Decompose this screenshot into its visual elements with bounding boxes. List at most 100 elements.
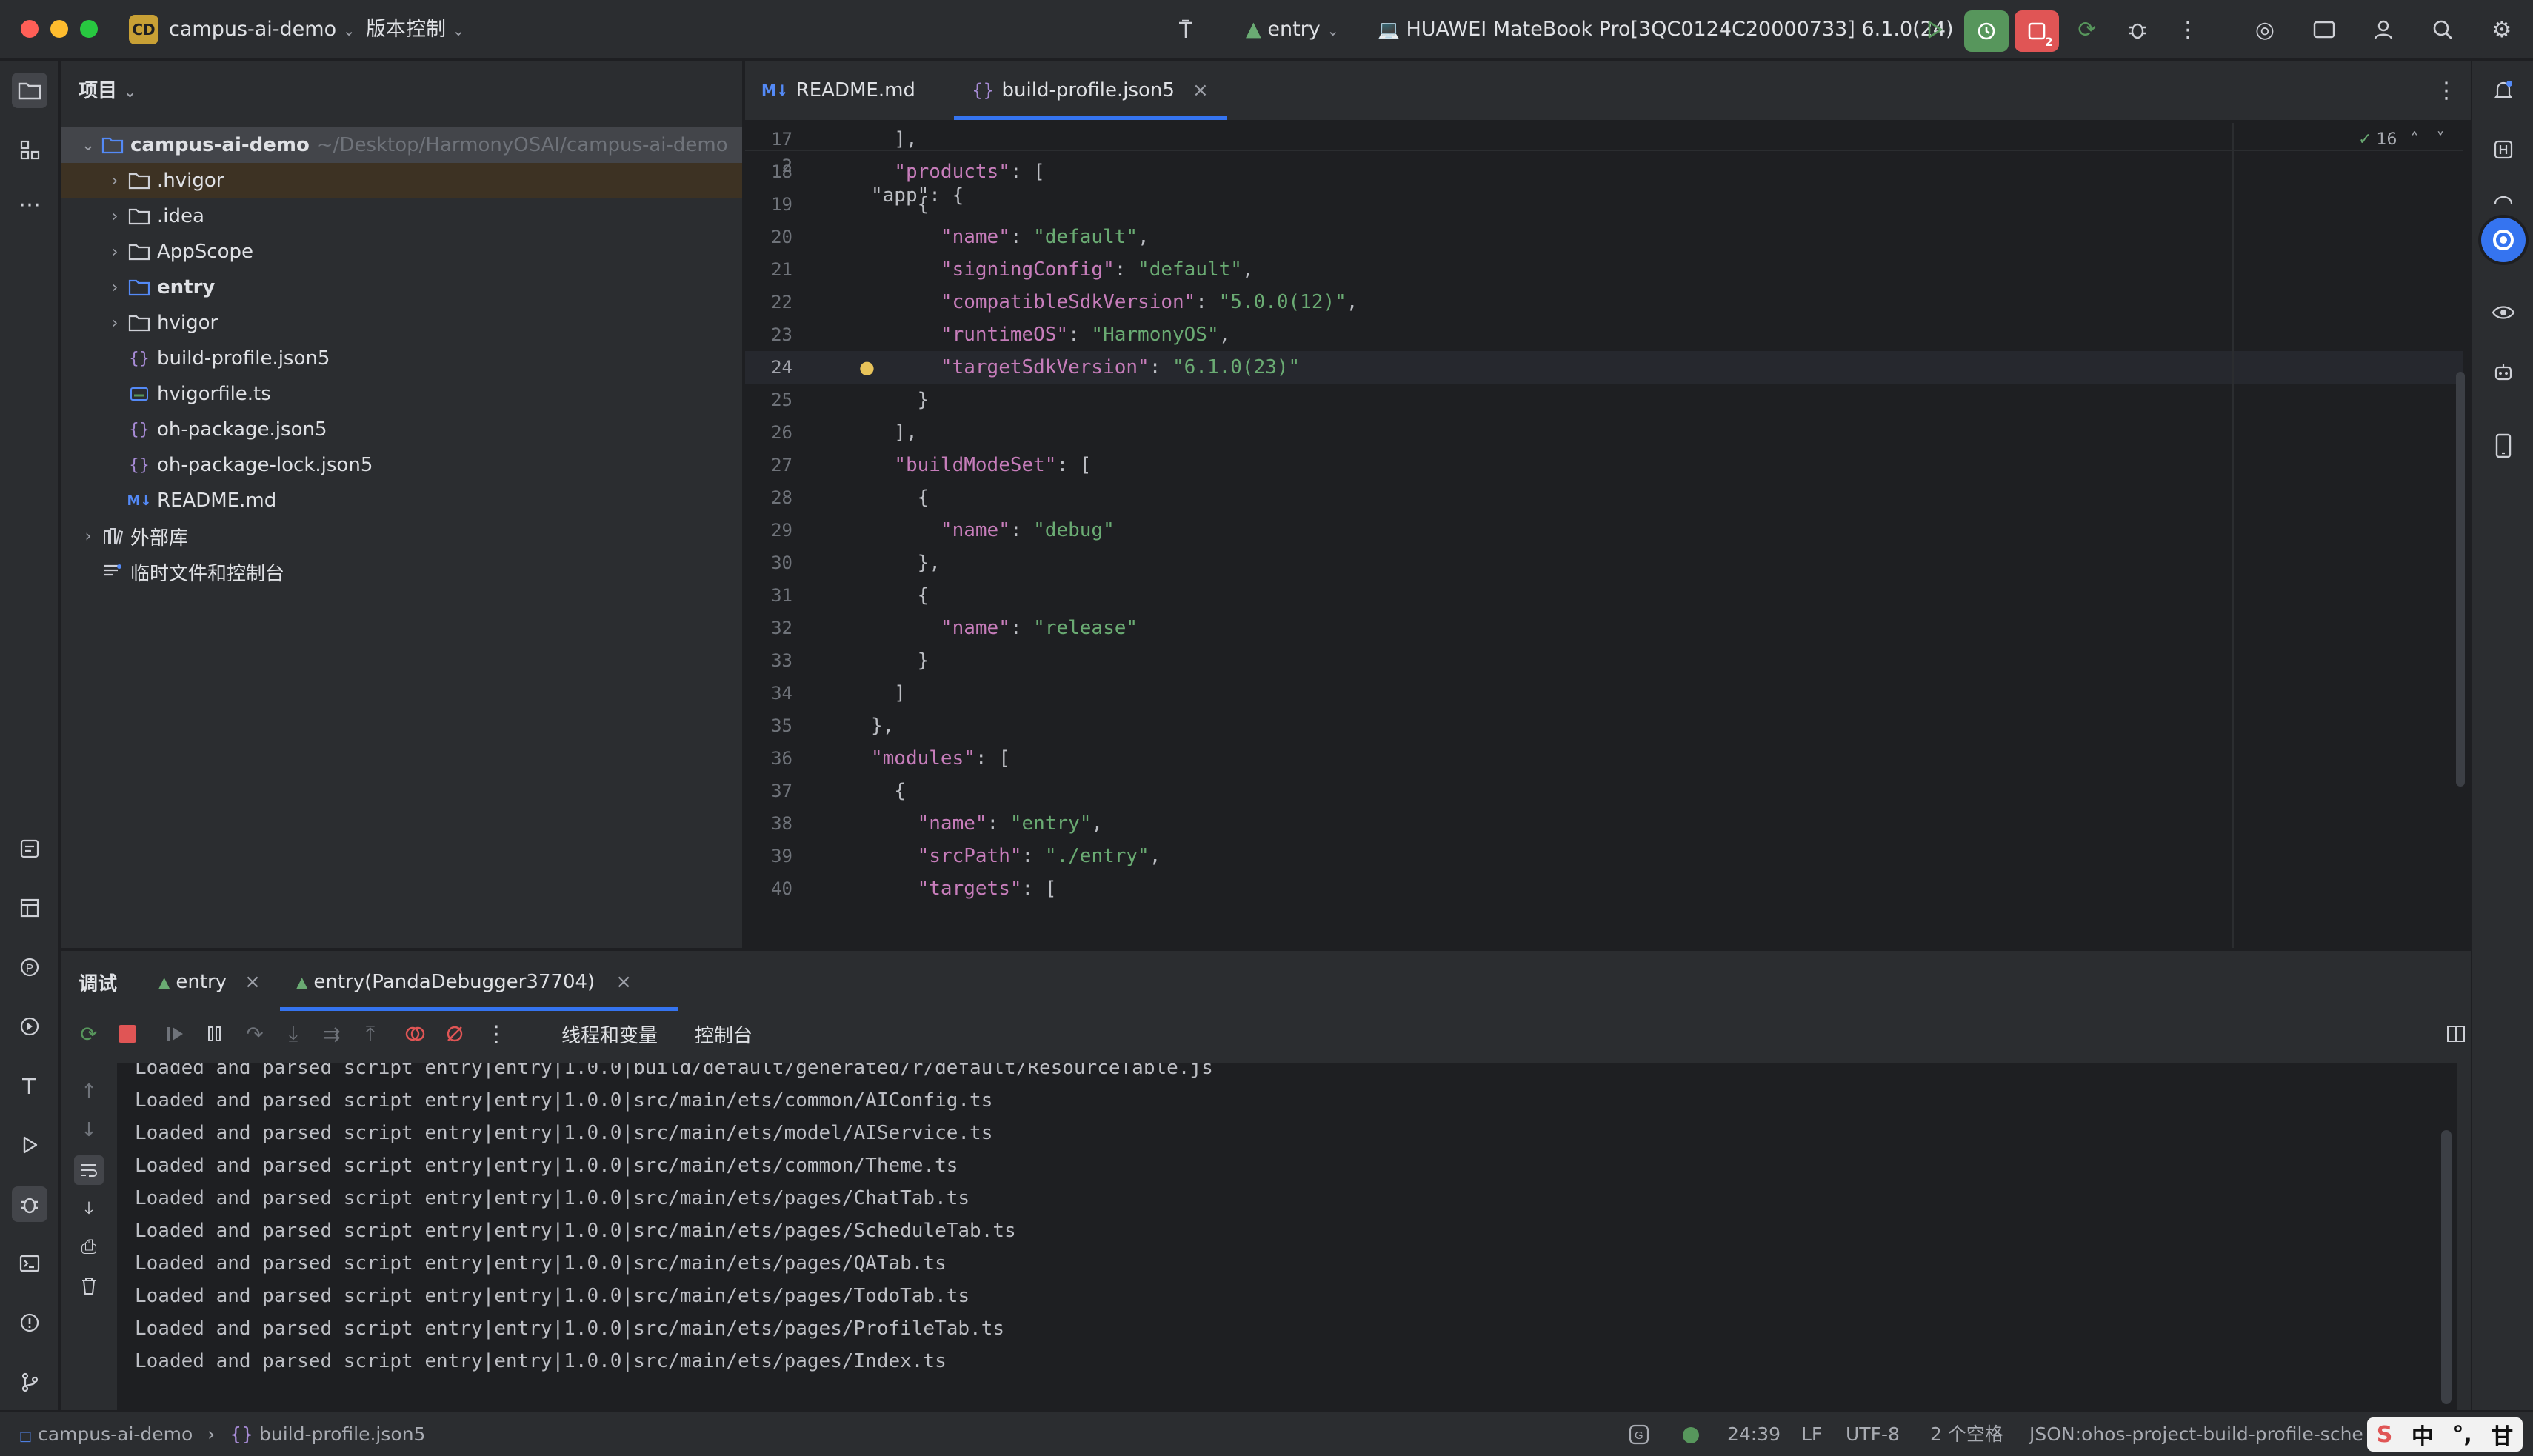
- step-over-icon[interactable]: ↷: [240, 1019, 270, 1049]
- scroll-up-icon[interactable]: ↑: [74, 1077, 104, 1106]
- indent-setting[interactable]: 2 个空格: [1930, 1423, 2003, 1446]
- chevron-down-icon[interactable]: ⌄: [77, 136, 99, 155]
- chevron-right-icon[interactable]: ›: [77, 527, 99, 546]
- debug-tab-entry[interactable]: ▲ entry ×: [158, 957, 261, 1007]
- tree-item[interactable]: {} oh-package-lock.json5: [61, 447, 742, 483]
- soft-wrap-icon[interactable]: [74, 1155, 104, 1185]
- run-config-selector[interactable]: ▲ entry ⌄: [1246, 16, 1339, 44]
- debug-bug-icon[interactable]: [12, 1186, 47, 1222]
- device-selector[interactable]: 💻 HUAWEI MateBook Pro[3QC0124C20000733] …: [1378, 16, 1954, 43]
- tree-item[interactable]: M↓ README.md: [61, 483, 742, 518]
- close-window-button[interactable]: [21, 20, 39, 38]
- rerun-icon[interactable]: ⟳: [74, 1019, 104, 1049]
- code-line[interactable]: 17 ],: [745, 123, 2463, 156]
- console-output[interactable]: Loaded and parsed script entry|entry|1.0…: [117, 1063, 2457, 1412]
- code-line[interactable]: 39 "srcPath": "./entry",: [745, 840, 2463, 872]
- code-line[interactable]: 24 "targetSdkVersion": "6.1.0(23)" ●: [745, 351, 2463, 384]
- code-line[interactable]: 31 {: [745, 579, 2463, 612]
- status-ok-indicator[interactable]: [1683, 1427, 1699, 1443]
- code-line[interactable]: 26 ],: [745, 416, 2463, 449]
- stop-button[interactable]: 2: [2015, 10, 2059, 52]
- run-icon[interactable]: [12, 1127, 47, 1163]
- tree-item[interactable]: {} oh-package.json5: [61, 412, 742, 447]
- project-switcher[interactable]: campus-ai-demo ⌄: [169, 16, 355, 44]
- harmony-h-icon[interactable]: [2486, 132, 2521, 167]
- build-hammer-icon[interactable]: [1170, 13, 1203, 46]
- code-line[interactable]: 40 "targets": [: [745, 872, 2463, 905]
- tab-build-profile[interactable]: {} build-profile.json5 ×: [954, 61, 1227, 120]
- tree-item-scratches[interactable]: 临时文件和控制台: [61, 554, 742, 590]
- chevron-right-icon[interactable]: ›: [104, 207, 126, 226]
- minimize-window-button[interactable]: [50, 20, 68, 38]
- run-icon[interactable]: [1918, 13, 1951, 46]
- inspection-widget[interactable]: ✓ 16 ˄ ˅: [2358, 130, 2444, 149]
- code-line[interactable]: 34 ]: [745, 677, 2463, 709]
- bug-icon[interactable]: [2121, 13, 2154, 46]
- code-line[interactable]: 18 "products": [: [745, 156, 2463, 188]
- vcs-menu[interactable]: 版本控制 ⌄: [366, 16, 464, 44]
- gear-icon[interactable]: ⚙: [2486, 13, 2518, 46]
- resume-icon[interactable]: [160, 1019, 190, 1049]
- chat-bubble-icon[interactable]: [2486, 187, 2521, 222]
- code-line[interactable]: 38 "name": "entry",: [745, 807, 2463, 840]
- tree-root-item[interactable]: ⌄ campus-ai-demo ~/Desktop/HarmonyOSAI/c…: [61, 127, 742, 163]
- code-line[interactable]: 22 "compatibleSdkVersion": "5.0.0(12)",: [745, 286, 2463, 318]
- account-icon[interactable]: [2367, 13, 2400, 46]
- ai-assistant-icon[interactable]: [2481, 218, 2526, 262]
- close-icon[interactable]: ×: [1192, 79, 1209, 101]
- code-view[interactable]: 2 "app": { 17 ], 18 "products": [19 {20 "…: [745, 121, 2471, 948]
- pause-icon[interactable]: [200, 1019, 230, 1049]
- code-line[interactable]: 35},: [745, 709, 2463, 742]
- code-line[interactable]: 20 "name": "default",: [745, 221, 2463, 253]
- refresh-icon[interactable]: ⟳: [2071, 13, 2103, 46]
- scroll-down-icon[interactable]: ↓: [74, 1115, 104, 1145]
- code-line[interactable]: 29 "name": "debug": [745, 514, 2463, 547]
- code-line[interactable]: 27 "buildModeSet": [: [745, 449, 2463, 481]
- chevron-right-icon[interactable]: ›: [104, 243, 126, 261]
- project-panel-header[interactable]: 项目 ⌄: [79, 76, 136, 103]
- chevron-up-icon[interactable]: ˄: [2410, 130, 2418, 149]
- tree-item[interactable]: › .hvigor: [61, 163, 742, 198]
- chevron-down-icon[interactable]: ˅: [2436, 130, 2444, 149]
- search-icon[interactable]: [2426, 13, 2459, 46]
- trash-icon[interactable]: [74, 1271, 104, 1300]
- lightbulb-icon[interactable]: ●: [859, 351, 875, 384]
- chevron-right-icon[interactable]: ›: [104, 172, 126, 190]
- code-line[interactable]: 32 "name": "release": [745, 612, 2463, 644]
- todo-icon[interactable]: [12, 831, 47, 866]
- device-manager-icon[interactable]: [2308, 13, 2340, 46]
- step-out-icon[interactable]: ⤒: [356, 1019, 385, 1049]
- subtab-threads-variables[interactable]: 线程和变量: [561, 1015, 658, 1053]
- profiler-icon[interactable]: P: [12, 949, 47, 985]
- services-icon[interactable]: [12, 1009, 47, 1044]
- code-line[interactable]: 28 {: [745, 481, 2463, 514]
- debug-rerun-button[interactable]: [1964, 10, 2009, 52]
- breadcrumb-project[interactable]: campus-ai-demo: [38, 1423, 193, 1445]
- scroll-to-end-icon[interactable]: ⤓: [74, 1194, 104, 1223]
- line-separator[interactable]: LF: [1801, 1423, 1822, 1446]
- more-vertical-icon[interactable]: ⋮: [2435, 61, 2457, 120]
- notifications-bell-icon[interactable]: [2486, 73, 2521, 108]
- more-horizontal-icon[interactable]: ⋯: [12, 187, 47, 222]
- eye-preview-icon[interactable]: [2486, 295, 2521, 330]
- caret-position[interactable]: 24:39: [1727, 1423, 1781, 1446]
- grammar-icon[interactable]: G: [1628, 1423, 1650, 1451]
- maximize-window-button[interactable]: [80, 20, 98, 38]
- chevron-right-icon[interactable]: ›: [104, 314, 126, 333]
- subtab-console[interactable]: 控制台: [695, 1015, 752, 1053]
- json-schema[interactable]: JSON:ohos-project-build-profile-schema: [2029, 1423, 2363, 1446]
- view-breakpoints-icon[interactable]: [400, 1019, 430, 1049]
- terminal-icon[interactable]: [12, 1246, 47, 1281]
- editor-scrollbar[interactable]: [2456, 372, 2465, 787]
- tree-item-external-libraries[interactable]: › 外部库: [61, 518, 742, 554]
- print-icon[interactable]: ⎙: [74, 1232, 104, 1262]
- debug-tab-panda[interactable]: ▲ entry(PandaDebugger37704) ×: [296, 957, 632, 1007]
- structure-icon[interactable]: [12, 132, 47, 167]
- location-target-icon[interactable]: ◎: [2249, 13, 2281, 46]
- breadcrumb-file[interactable]: build-profile.json5: [259, 1423, 425, 1445]
- chevron-right-icon[interactable]: ›: [104, 278, 126, 297]
- code-line[interactable]: 23 "runtimeOS": "HarmonyOS",: [745, 318, 2463, 351]
- git-branch-icon[interactable]: [12, 1364, 47, 1400]
- tree-item[interactable]: hvigorfile.ts: [61, 376, 742, 412]
- problems-icon[interactable]: [12, 1305, 47, 1340]
